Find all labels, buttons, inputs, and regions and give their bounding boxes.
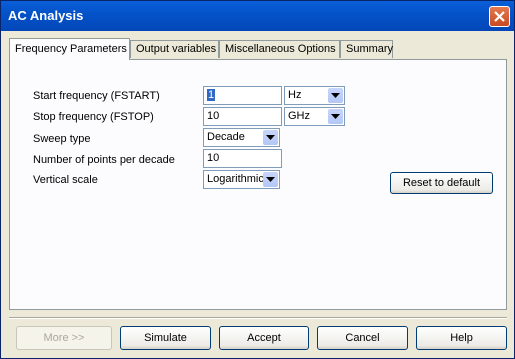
window-title: AC Analysis xyxy=(8,8,84,23)
chevron-down-icon xyxy=(266,135,275,140)
reset-to-default-label: Reset to default xyxy=(402,177,481,189)
vertical-scale-value: Logarithmic xyxy=(207,173,264,185)
sweep-type-select[interactable]: Decade xyxy=(203,128,280,147)
accept-label: Accept xyxy=(247,332,281,344)
tab-output-variables[interactable]: Output variables xyxy=(130,40,219,58)
tab-label: Output variables xyxy=(136,43,217,55)
start-frequency-label: Start frequency (FSTART) xyxy=(33,90,160,102)
tab-miscellaneous-options[interactable]: Miscellaneous Options xyxy=(219,40,340,58)
stop-frequency-unit: GHz xyxy=(288,110,310,122)
vertical-scale-label: Vertical scale xyxy=(33,174,98,186)
accept-button[interactable]: Accept xyxy=(219,326,309,350)
dialog-window: AC Analysis Frequency Parameters Output … xyxy=(0,0,515,359)
stop-frequency-unit-select[interactable]: GHz xyxy=(284,107,345,126)
tab-label: Summary xyxy=(346,43,394,55)
reset-to-default-button[interactable]: Reset to default xyxy=(390,172,493,194)
start-frequency-value: 1 xyxy=(207,89,216,101)
cancel-button[interactable]: Cancel xyxy=(317,326,408,350)
close-button[interactable] xyxy=(489,6,510,27)
vertical-scale-select[interactable]: Logarithmic xyxy=(203,170,280,189)
tab-label: Frequency Parameters xyxy=(15,43,127,55)
title-bar[interactable]: AC Analysis xyxy=(1,1,514,31)
sweep-type-value: Decade xyxy=(207,131,245,143)
dropdown-button[interactable] xyxy=(328,88,343,103)
start-frequency-unit: Hz xyxy=(288,89,302,101)
stop-frequency-label: Stop frequency (FSTOP) xyxy=(33,111,154,123)
dropdown-button[interactable] xyxy=(328,109,343,124)
start-frequency-unit-select[interactable]: Hz xyxy=(284,86,345,105)
sweep-type-label: Sweep type xyxy=(33,133,91,145)
stop-frequency-value: 10 xyxy=(207,110,220,122)
points-per-decade-label: Number of points per decade xyxy=(33,154,175,166)
help-button[interactable]: Help xyxy=(416,326,507,350)
points-per-decade-value: 10 xyxy=(207,152,220,164)
tab-panel-frequency-parameters: Start frequency (FSTART) 1 Hz Stop frequ… xyxy=(9,59,507,310)
more-button[interactable]: More >> xyxy=(16,326,112,350)
tab-summary[interactable]: Summary xyxy=(340,40,393,58)
chevron-down-icon xyxy=(331,93,340,98)
dropdown-button[interactable] xyxy=(263,172,278,187)
tab-label: Miscellaneous Options xyxy=(225,43,336,55)
close-icon xyxy=(494,11,505,22)
help-label: Help xyxy=(450,332,473,344)
more-label: More >> xyxy=(43,332,85,344)
cancel-label: Cancel xyxy=(345,332,380,344)
points-per-decade-input[interactable]: 10 xyxy=(203,149,282,168)
chevron-down-icon xyxy=(331,114,340,119)
simulate-button[interactable]: Simulate xyxy=(120,326,211,350)
chevron-down-icon xyxy=(266,177,275,182)
stop-frequency-input[interactable]: 10 xyxy=(203,107,282,126)
dropdown-button[interactable] xyxy=(263,130,278,145)
start-frequency-input[interactable]: 1 xyxy=(203,86,282,105)
simulate-label: Simulate xyxy=(144,332,187,344)
tab-frequency-parameters[interactable]: Frequency Parameters xyxy=(9,38,130,60)
